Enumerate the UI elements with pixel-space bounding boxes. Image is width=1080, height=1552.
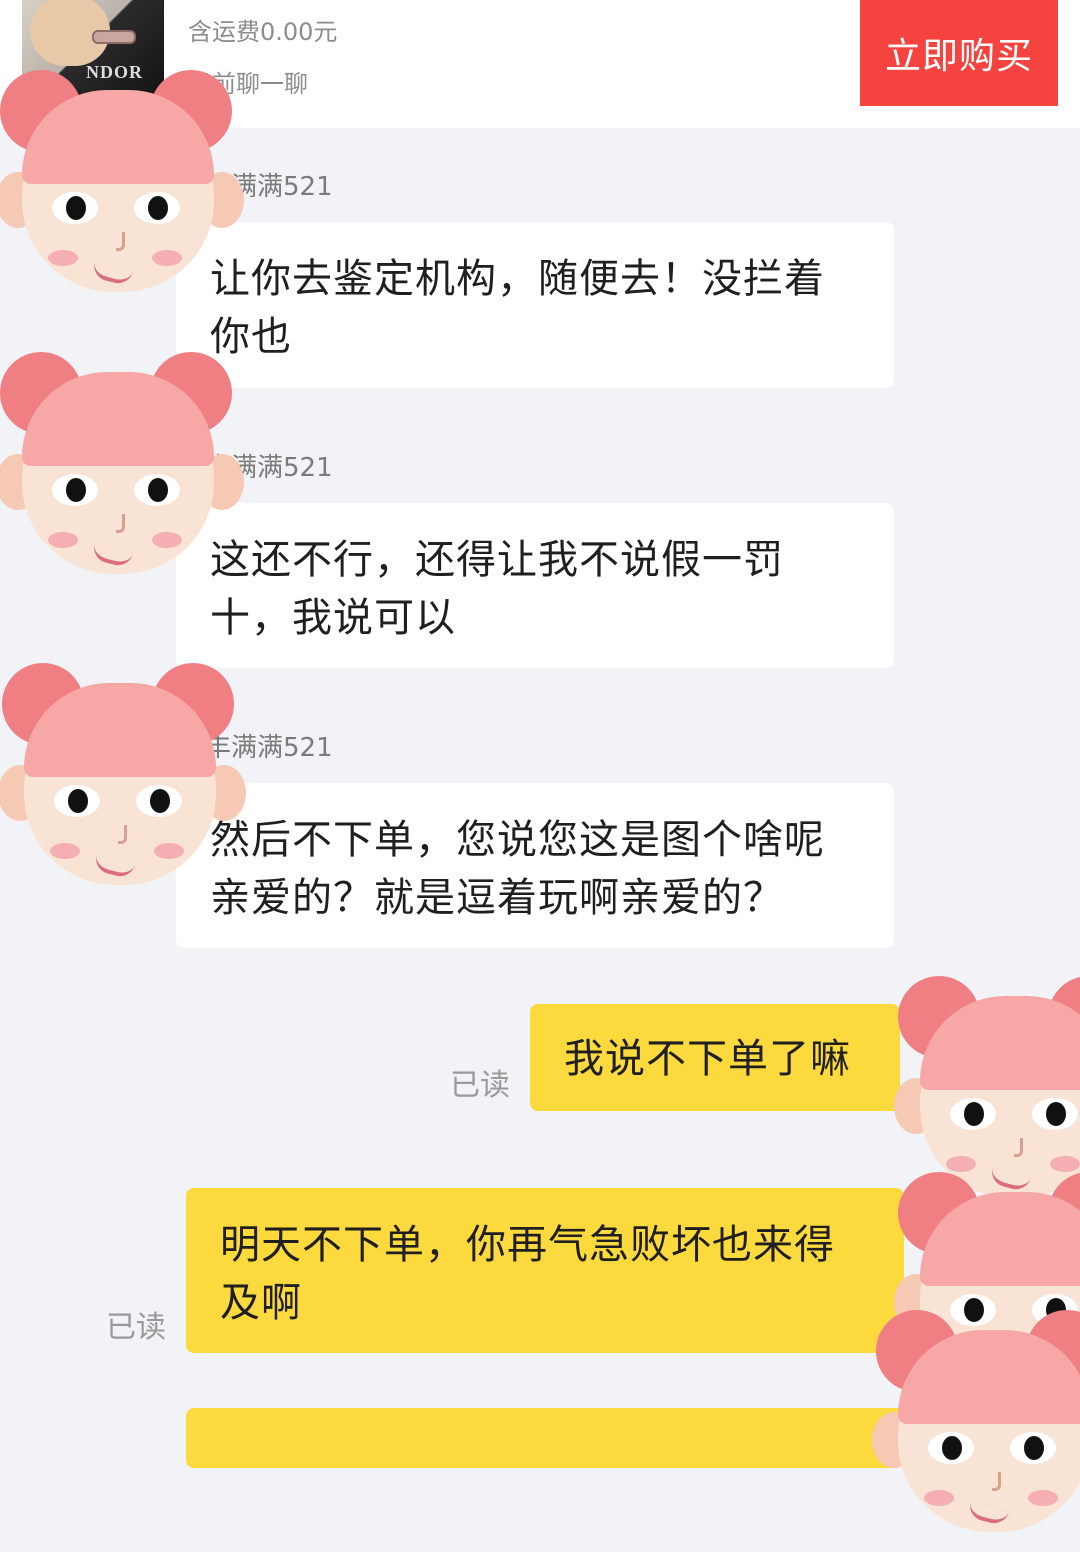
shipping-fee-text: 含运费0.00元 <box>188 18 338 46</box>
read-status-label: 已读 <box>450 1068 510 1103</box>
incoming-message-bubble[interactable]: 然后不下单，您说您这是图个啥呢 亲爱的？就是逗着玩啊亲爱的？ <box>176 783 894 948</box>
message-line: 及啊 <box>220 1280 302 1326</box>
cartoon-girl-sticker-icon <box>0 344 250 594</box>
outgoing-message-bubble[interactable] <box>186 1408 904 1468</box>
message-line: 这还不行，还得让我不说假一罚 <box>210 537 784 583</box>
message-line: 然后不下单，您说您这是图个啥呢 <box>210 817 825 863</box>
message-line: 十，我说可以 <box>210 595 456 641</box>
buy-now-button[interactable]: 立即购买 <box>860 0 1058 106</box>
message-line: 你也 <box>210 314 292 360</box>
cartoon-girl-sticker-icon <box>0 655 252 905</box>
incoming-message-bubble[interactable]: 这还不行，还得让我不说假一罚 十，我说可以 <box>176 503 894 668</box>
incoming-message-bubble[interactable]: 让你去鉴定机构，随便去！没拦着 你也 <box>176 222 894 388</box>
outgoing-message-bubble[interactable]: 明天不下单，你再气急败坏也来得 及啊 <box>186 1188 904 1353</box>
read-status-label: 已读 <box>106 1310 166 1345</box>
message-line: 我说不下单了嘛 <box>564 1036 851 1082</box>
thumb-ring-shape <box>92 30 136 44</box>
cartoon-girl-sticker-icon <box>872 1302 1080 1552</box>
outgoing-message-bubble[interactable]: 我说不下单了嘛 <box>530 1004 900 1111</box>
message-line: 明天不下单，你再气急败坏也来得 <box>220 1222 835 1268</box>
cartoon-girl-sticker-icon <box>0 62 250 312</box>
message-line: 让你去鉴定机构，随便去！没拦着 <box>210 256 825 302</box>
message-line: 亲爱的？就是逗着玩啊亲爱的？ <box>210 875 784 921</box>
